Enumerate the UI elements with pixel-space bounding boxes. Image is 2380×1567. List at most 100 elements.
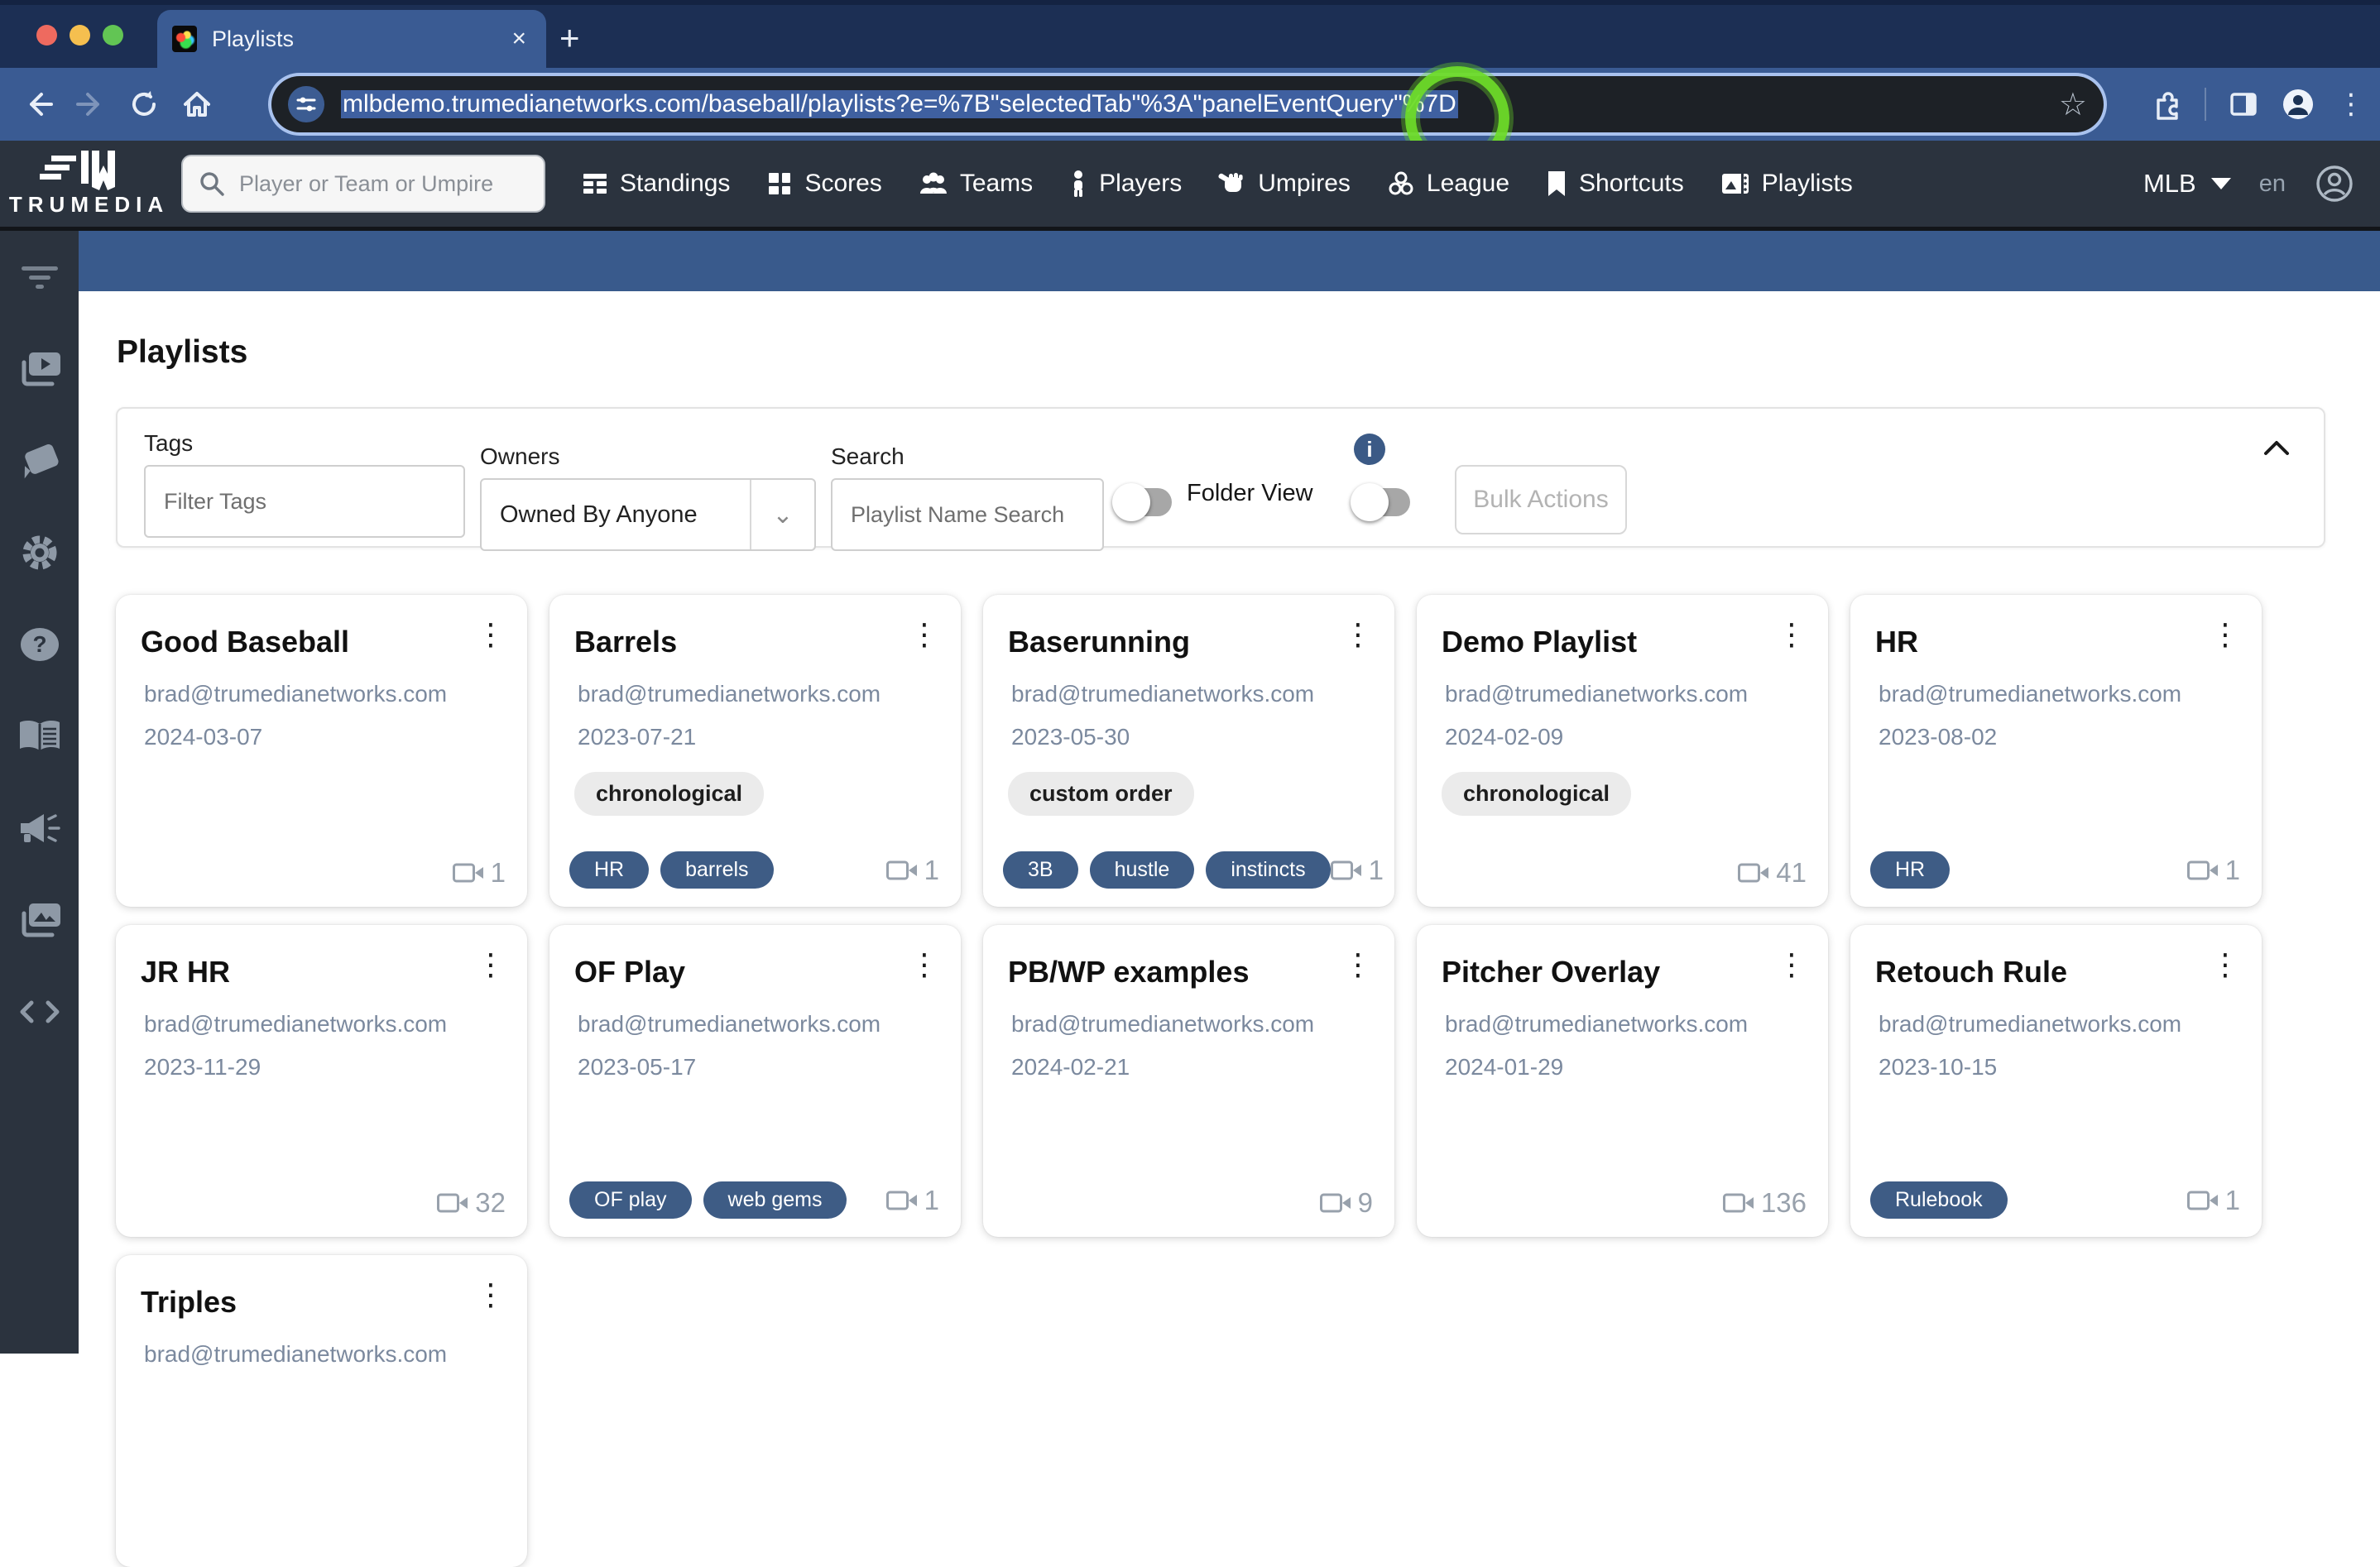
tags-label: Tags bbox=[144, 430, 194, 456]
language-selector[interactable]: en bbox=[2259, 170, 2286, 198]
nav-playlists[interactable]: Playlists bbox=[1720, 170, 1853, 198]
tab-title: Playlists bbox=[212, 26, 295, 51]
nav-label: Playlists bbox=[1761, 170, 1853, 197]
video-count-value: 1 bbox=[924, 1184, 939, 1215]
video-count: 136 bbox=[1722, 1187, 1807, 1219]
playlist-date: 2024-03-07 bbox=[144, 724, 263, 750]
playlist-owner: brad@trumedianetworks.com bbox=[1011, 1011, 1315, 1037]
card-menu-button[interactable]: ⋮ bbox=[476, 950, 506, 980]
global-search[interactable] bbox=[181, 155, 545, 213]
camera-icon bbox=[885, 860, 918, 881]
card-menu-button[interactable]: ⋮ bbox=[2210, 620, 2240, 649]
nav-league[interactable]: League bbox=[1387, 170, 1509, 198]
card-menu-button[interactable]: ⋮ bbox=[476, 620, 506, 649]
video-playlist-icon[interactable] bbox=[0, 323, 79, 415]
window-minimize-button[interactable] bbox=[70, 25, 90, 46]
card-menu-button[interactable]: ⋮ bbox=[1777, 950, 1807, 980]
card-menu-button[interactable]: ⋮ bbox=[909, 620, 939, 649]
playlist-card[interactable]: Retouch Rule ⋮ brad@trumedianetworks.com… bbox=[1850, 925, 2262, 1237]
nav-shortcuts[interactable]: Shortcuts bbox=[1546, 170, 1684, 198]
card-menu-button[interactable]: ⋮ bbox=[1343, 620, 1373, 649]
card-menu-button[interactable]: ⋮ bbox=[909, 950, 939, 980]
playlist-card[interactable]: PB/WP examples ⋮ brad@trumedianetworks.c… bbox=[983, 925, 1394, 1237]
back-icon[interactable] bbox=[12, 88, 65, 121]
code-icon[interactable] bbox=[0, 966, 79, 1057]
megaphone-icon[interactable] bbox=[0, 782, 79, 874]
tab-close-icon[interactable]: × bbox=[506, 25, 531, 53]
new-tab-button[interactable]: + bbox=[559, 18, 580, 58]
playlist-owner: brad@trumedianetworks.com bbox=[578, 681, 881, 707]
nav-teams[interactable]: Teams bbox=[919, 170, 1033, 198]
playlist-search-input[interactable] bbox=[831, 478, 1104, 551]
teams-icon bbox=[919, 170, 948, 197]
window-close-button[interactable] bbox=[36, 25, 57, 46]
info-icon[interactable]: i bbox=[1354, 434, 1385, 465]
address-bar[interactable]: mlbdemo.trumedianetworks.com/baseball/pl… bbox=[271, 76, 2104, 132]
camera-icon bbox=[1722, 1192, 1754, 1214]
filter-icon[interactable] bbox=[0, 231, 79, 323]
bulk-actions-toggle[interactable] bbox=[1351, 483, 1410, 521]
app-navbar: TRUMEDIA Standings Scores Teams Players … bbox=[0, 141, 2380, 231]
folder-view-toggle[interactable] bbox=[1112, 483, 1172, 521]
forward-icon[interactable] bbox=[65, 88, 118, 121]
extensions-icon[interactable] bbox=[2152, 89, 2183, 120]
league-icon bbox=[1387, 170, 1415, 198]
url-text[interactable]: mlbdemo.trumedianetworks.com/baseball/pl… bbox=[341, 90, 1458, 118]
playlist-date: 2024-01-29 bbox=[1445, 1054, 1564, 1080]
bookmark-star-icon[interactable]: ☆ bbox=[2059, 86, 2087, 123]
browser-tab[interactable]: Playlists × bbox=[157, 10, 546, 68]
home-icon[interactable] bbox=[170, 88, 223, 121]
playlist-date: 2023-07-21 bbox=[578, 724, 697, 750]
filter-panel: Tags Owners Owned By Anyone ⌄ Search Fol… bbox=[116, 407, 2325, 551]
video-count: 32 bbox=[437, 1187, 506, 1219]
book-icon[interactable] bbox=[0, 690, 79, 782]
reload-icon[interactable] bbox=[118, 88, 170, 121]
playlist-card[interactable]: Demo Playlist ⋮ brad@trumedianetworks.co… bbox=[1417, 595, 1828, 907]
playlist-tags: HR barrels bbox=[569, 851, 774, 889]
playlist-card[interactable]: JR HR ⋮ brad@trumedianetworks.com 2023-1… bbox=[116, 925, 527, 1237]
cards-icon[interactable] bbox=[0, 415, 79, 506]
tags-filter-input[interactable] bbox=[144, 465, 465, 538]
playlist-title: Baserunning bbox=[1008, 625, 1191, 659]
account-icon[interactable] bbox=[2314, 163, 2355, 204]
card-menu-button[interactable]: ⋮ bbox=[1777, 620, 1807, 649]
nav-scores[interactable]: Scores bbox=[766, 170, 882, 198]
collapse-panel-icon[interactable] bbox=[2262, 438, 2291, 457]
playlist-tag: HR bbox=[1870, 851, 1951, 889]
playlist-card[interactable]: HR ⋮ brad@trumedianetworks.com 2023-08-0… bbox=[1850, 595, 2262, 907]
nav-umpires[interactable]: Umpires bbox=[1218, 170, 1351, 198]
nav-standings[interactable]: Standings bbox=[582, 170, 730, 198]
tab-favicon bbox=[172, 26, 197, 52]
owners-select[interactable]: Owned By Anyone ⌄ bbox=[480, 478, 816, 551]
card-menu-button[interactable]: ⋮ bbox=[2210, 950, 2240, 980]
bulk-actions-button: Bulk Actions bbox=[1455, 465, 1627, 534]
playlist-tags: OF play web gems bbox=[569, 1181, 847, 1219]
nav-players[interactable]: Players bbox=[1069, 170, 1182, 198]
trumedia-logo[interactable]: TRUMEDIA bbox=[0, 150, 178, 218]
playlist-card[interactable]: OF Play ⋮ brad@trumedianetworks.com 2023… bbox=[549, 925, 961, 1237]
league-selector[interactable]: MLB bbox=[2143, 169, 2231, 199]
window-zoom-button[interactable] bbox=[103, 25, 123, 46]
help-icon[interactable]: ? bbox=[0, 598, 79, 690]
profile-icon[interactable] bbox=[2281, 87, 2315, 122]
playlist-card[interactable]: Triples ⋮ brad@trumedianetworks.com bbox=[116, 1255, 527, 1567]
playlist-card[interactable]: Barrels ⋮ brad@trumedianetworks.com 2023… bbox=[549, 595, 961, 907]
tune-icon[interactable] bbox=[288, 86, 324, 122]
card-menu-button[interactable]: ⋮ bbox=[1343, 950, 1373, 980]
playlist-title: Retouch Rule bbox=[1875, 955, 2068, 989]
side-panel-icon[interactable] bbox=[2228, 89, 2259, 120]
video-count: 1 bbox=[2186, 1185, 2240, 1216]
playlist-title: Barrels bbox=[574, 625, 678, 659]
camera-icon bbox=[452, 862, 484, 884]
video-count: 1 bbox=[885, 1184, 939, 1216]
playlist-card[interactable]: Good Baseball ⋮ brad@trumedianetworks.co… bbox=[116, 595, 527, 907]
toggle-knob bbox=[1351, 483, 1389, 521]
playlist-card[interactable]: Baserunning ⋮ brad@trumedianetworks.com … bbox=[983, 595, 1394, 907]
card-menu-button[interactable]: ⋮ bbox=[476, 1280, 506, 1310]
search-input[interactable] bbox=[238, 170, 529, 198]
playlist-card[interactable]: Pitcher Overlay ⋮ brad@trumedianetworks.… bbox=[1417, 925, 1828, 1237]
playlist-tag: web gems bbox=[703, 1181, 847, 1219]
gallery-icon[interactable] bbox=[0, 874, 79, 966]
gear-icon[interactable] bbox=[0, 506, 79, 598]
menu-icon[interactable]: ⋮ bbox=[2337, 88, 2365, 121]
